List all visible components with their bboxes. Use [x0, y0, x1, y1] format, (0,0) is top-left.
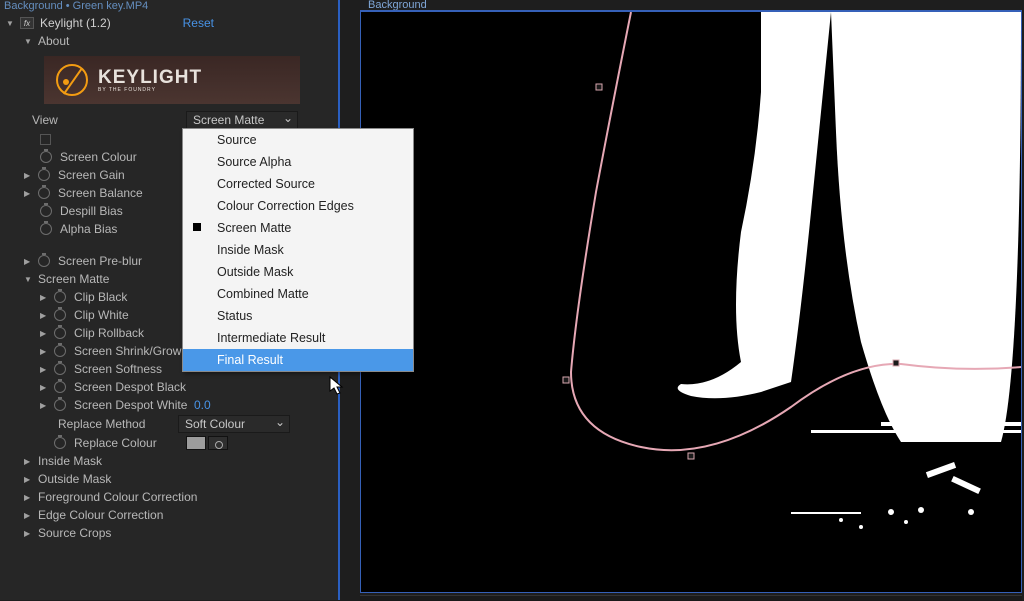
view-option-outside-mask[interactable]: Outside Mask	[183, 261, 413, 283]
stopwatch-icon[interactable]	[54, 437, 66, 449]
unpremultiply-checkbox[interactable]	[40, 134, 51, 145]
view-option-inside-mask[interactable]: Inside Mask	[183, 239, 413, 261]
fx-badge-icon[interactable]: fx	[20, 17, 34, 29]
view-row: View Screen Matte	[0, 110, 338, 130]
keylight-logo-text: KEYLIGHT	[98, 67, 202, 89]
keylight-logo: KEYLIGHT BY THE FOUNDRY	[44, 56, 300, 104]
view-option-screen-matte[interactable]: Screen Matte	[183, 217, 413, 239]
despill-bias-label: Despill Bias	[60, 204, 123, 218]
effect-name: Keylight (1.2)	[40, 16, 111, 30]
screen-despot-white-row[interactable]: Screen Despot White 0.0	[0, 396, 338, 414]
screen-despot-white-label: Screen Despot White	[74, 398, 190, 412]
eyedropper-icon[interactable]	[208, 436, 228, 450]
alpha-bias-label: Alpha Bias	[60, 222, 117, 236]
effect-header[interactable]: fx Keylight (1.2) Reset	[0, 14, 338, 32]
twirl-icon[interactable]	[40, 310, 50, 320]
view-option-intermediate-result[interactable]: Intermediate Result	[183, 327, 413, 349]
edge-cc-row[interactable]: Edge Colour Correction	[0, 506, 338, 524]
twirl-icon[interactable]	[24, 256, 34, 266]
screen-colour-label: Screen Colour	[60, 150, 137, 164]
screen-despot-white-value[interactable]: 0.0	[194, 398, 211, 412]
view-option-colour-correction-edges[interactable]: Colour Correction Edges	[183, 195, 413, 217]
twirl-icon[interactable]	[24, 492, 34, 502]
outside-mask-label: Outside Mask	[38, 472, 111, 486]
stopwatch-icon[interactable]	[38, 187, 50, 199]
matte-display	[361, 12, 1021, 592]
about-row[interactable]: About	[0, 32, 338, 50]
replace-colour-row[interactable]: Replace Colour	[0, 434, 338, 452]
outside-mask-row[interactable]: Outside Mask	[0, 470, 338, 488]
view-option-combined-matte[interactable]: Combined Matte	[183, 283, 413, 305]
twirl-icon[interactable]	[24, 528, 34, 538]
view-option-source-alpha[interactable]: Source Alpha	[183, 151, 413, 173]
twirl-icon[interactable]	[40, 400, 50, 410]
keylight-logo-icon	[56, 64, 88, 96]
stopwatch-icon[interactable]	[40, 223, 52, 235]
twirl-icon[interactable]	[40, 328, 50, 338]
effect-twirl[interactable]	[6, 18, 16, 28]
screen-shrink-grow-label: Screen Shrink/Grow	[74, 344, 181, 358]
source-crops-label: Source Crops	[38, 526, 111, 540]
twirl-icon[interactable]	[40, 292, 50, 302]
inside-mask-row[interactable]: Inside Mask	[0, 452, 338, 470]
stopwatch-icon[interactable]	[40, 205, 52, 217]
clip-black-label: Clip Black	[74, 290, 127, 304]
twirl-icon[interactable]	[24, 456, 34, 466]
reset-link[interactable]: Reset	[183, 16, 214, 30]
stopwatch-icon[interactable]	[38, 255, 50, 267]
inside-mask-label: Inside Mask	[38, 454, 102, 468]
selected-dot-icon	[193, 223, 201, 231]
fg-cc-row[interactable]: Foreground Colour Correction	[0, 488, 338, 506]
stopwatch-icon[interactable]	[54, 327, 66, 339]
edge-cc-label: Edge Colour Correction	[38, 508, 163, 522]
screen-preblur-label: Screen Pre-blur	[58, 254, 142, 268]
view-label: View	[32, 113, 182, 127]
twirl-icon[interactable]	[40, 382, 50, 392]
screen-balance-label: Screen Balance	[58, 186, 143, 200]
stopwatch-icon[interactable]	[54, 381, 66, 393]
stopwatch-icon[interactable]	[40, 151, 52, 163]
screen-despot-black-label: Screen Despot Black	[74, 380, 186, 394]
twirl-icon[interactable]	[24, 188, 34, 198]
twirl-icon[interactable]	[40, 364, 50, 374]
replace-method-label: Replace Method	[58, 417, 174, 431]
replace-method-row: Replace Method Soft Colour	[0, 414, 338, 434]
stopwatch-icon[interactable]	[38, 169, 50, 181]
twirl-icon[interactable]	[40, 346, 50, 356]
stopwatch-icon[interactable]	[54, 309, 66, 321]
replace-colour-swatch[interactable]	[186, 436, 206, 450]
twirl-icon[interactable]	[24, 510, 34, 520]
twirl-icon[interactable]	[24, 170, 34, 180]
stopwatch-icon[interactable]	[54, 399, 66, 411]
view-dropdown-menu[interactable]: SourceSource AlphaCorrected SourceColour…	[182, 128, 414, 372]
view-option-source[interactable]: Source	[183, 129, 413, 151]
clip-white-label: Clip White	[74, 308, 129, 322]
clip-rollback-label: Clip Rollback	[74, 326, 144, 340]
about-label: About	[38, 34, 69, 48]
stopwatch-icon[interactable]	[54, 345, 66, 357]
source-crops-row[interactable]: Source Crops	[0, 524, 338, 542]
stopwatch-icon[interactable]	[54, 363, 66, 375]
view-option-final-result[interactable]: Final Result	[183, 349, 413, 371]
twirl-icon[interactable]	[24, 274, 34, 284]
replace-colour-label: Replace Colour	[74, 436, 178, 450]
stopwatch-icon[interactable]	[54, 291, 66, 303]
layer-path: Background • Green key.MP4	[0, 0, 338, 14]
replace-method-dropdown[interactable]: Soft Colour	[178, 415, 290, 433]
view-dropdown[interactable]: Screen Matte	[186, 111, 298, 129]
fg-cc-label: Foreground Colour Correction	[38, 490, 197, 504]
view-option-status[interactable]: Status	[183, 305, 413, 327]
view-option-corrected-source[interactable]: Corrected Source	[183, 173, 413, 195]
screen-softness-label: Screen Softness	[74, 362, 162, 376]
timeline-strip	[360, 595, 1022, 601]
screen-matte-group-label: Screen Matte	[38, 272, 109, 286]
composition-viewer[interactable]	[360, 10, 1022, 593]
about-twirl[interactable]	[24, 36, 34, 46]
screen-despot-black-row[interactable]: Screen Despot Black	[0, 378, 338, 396]
screen-gain-label: Screen Gain	[58, 168, 125, 182]
twirl-icon[interactable]	[24, 474, 34, 484]
